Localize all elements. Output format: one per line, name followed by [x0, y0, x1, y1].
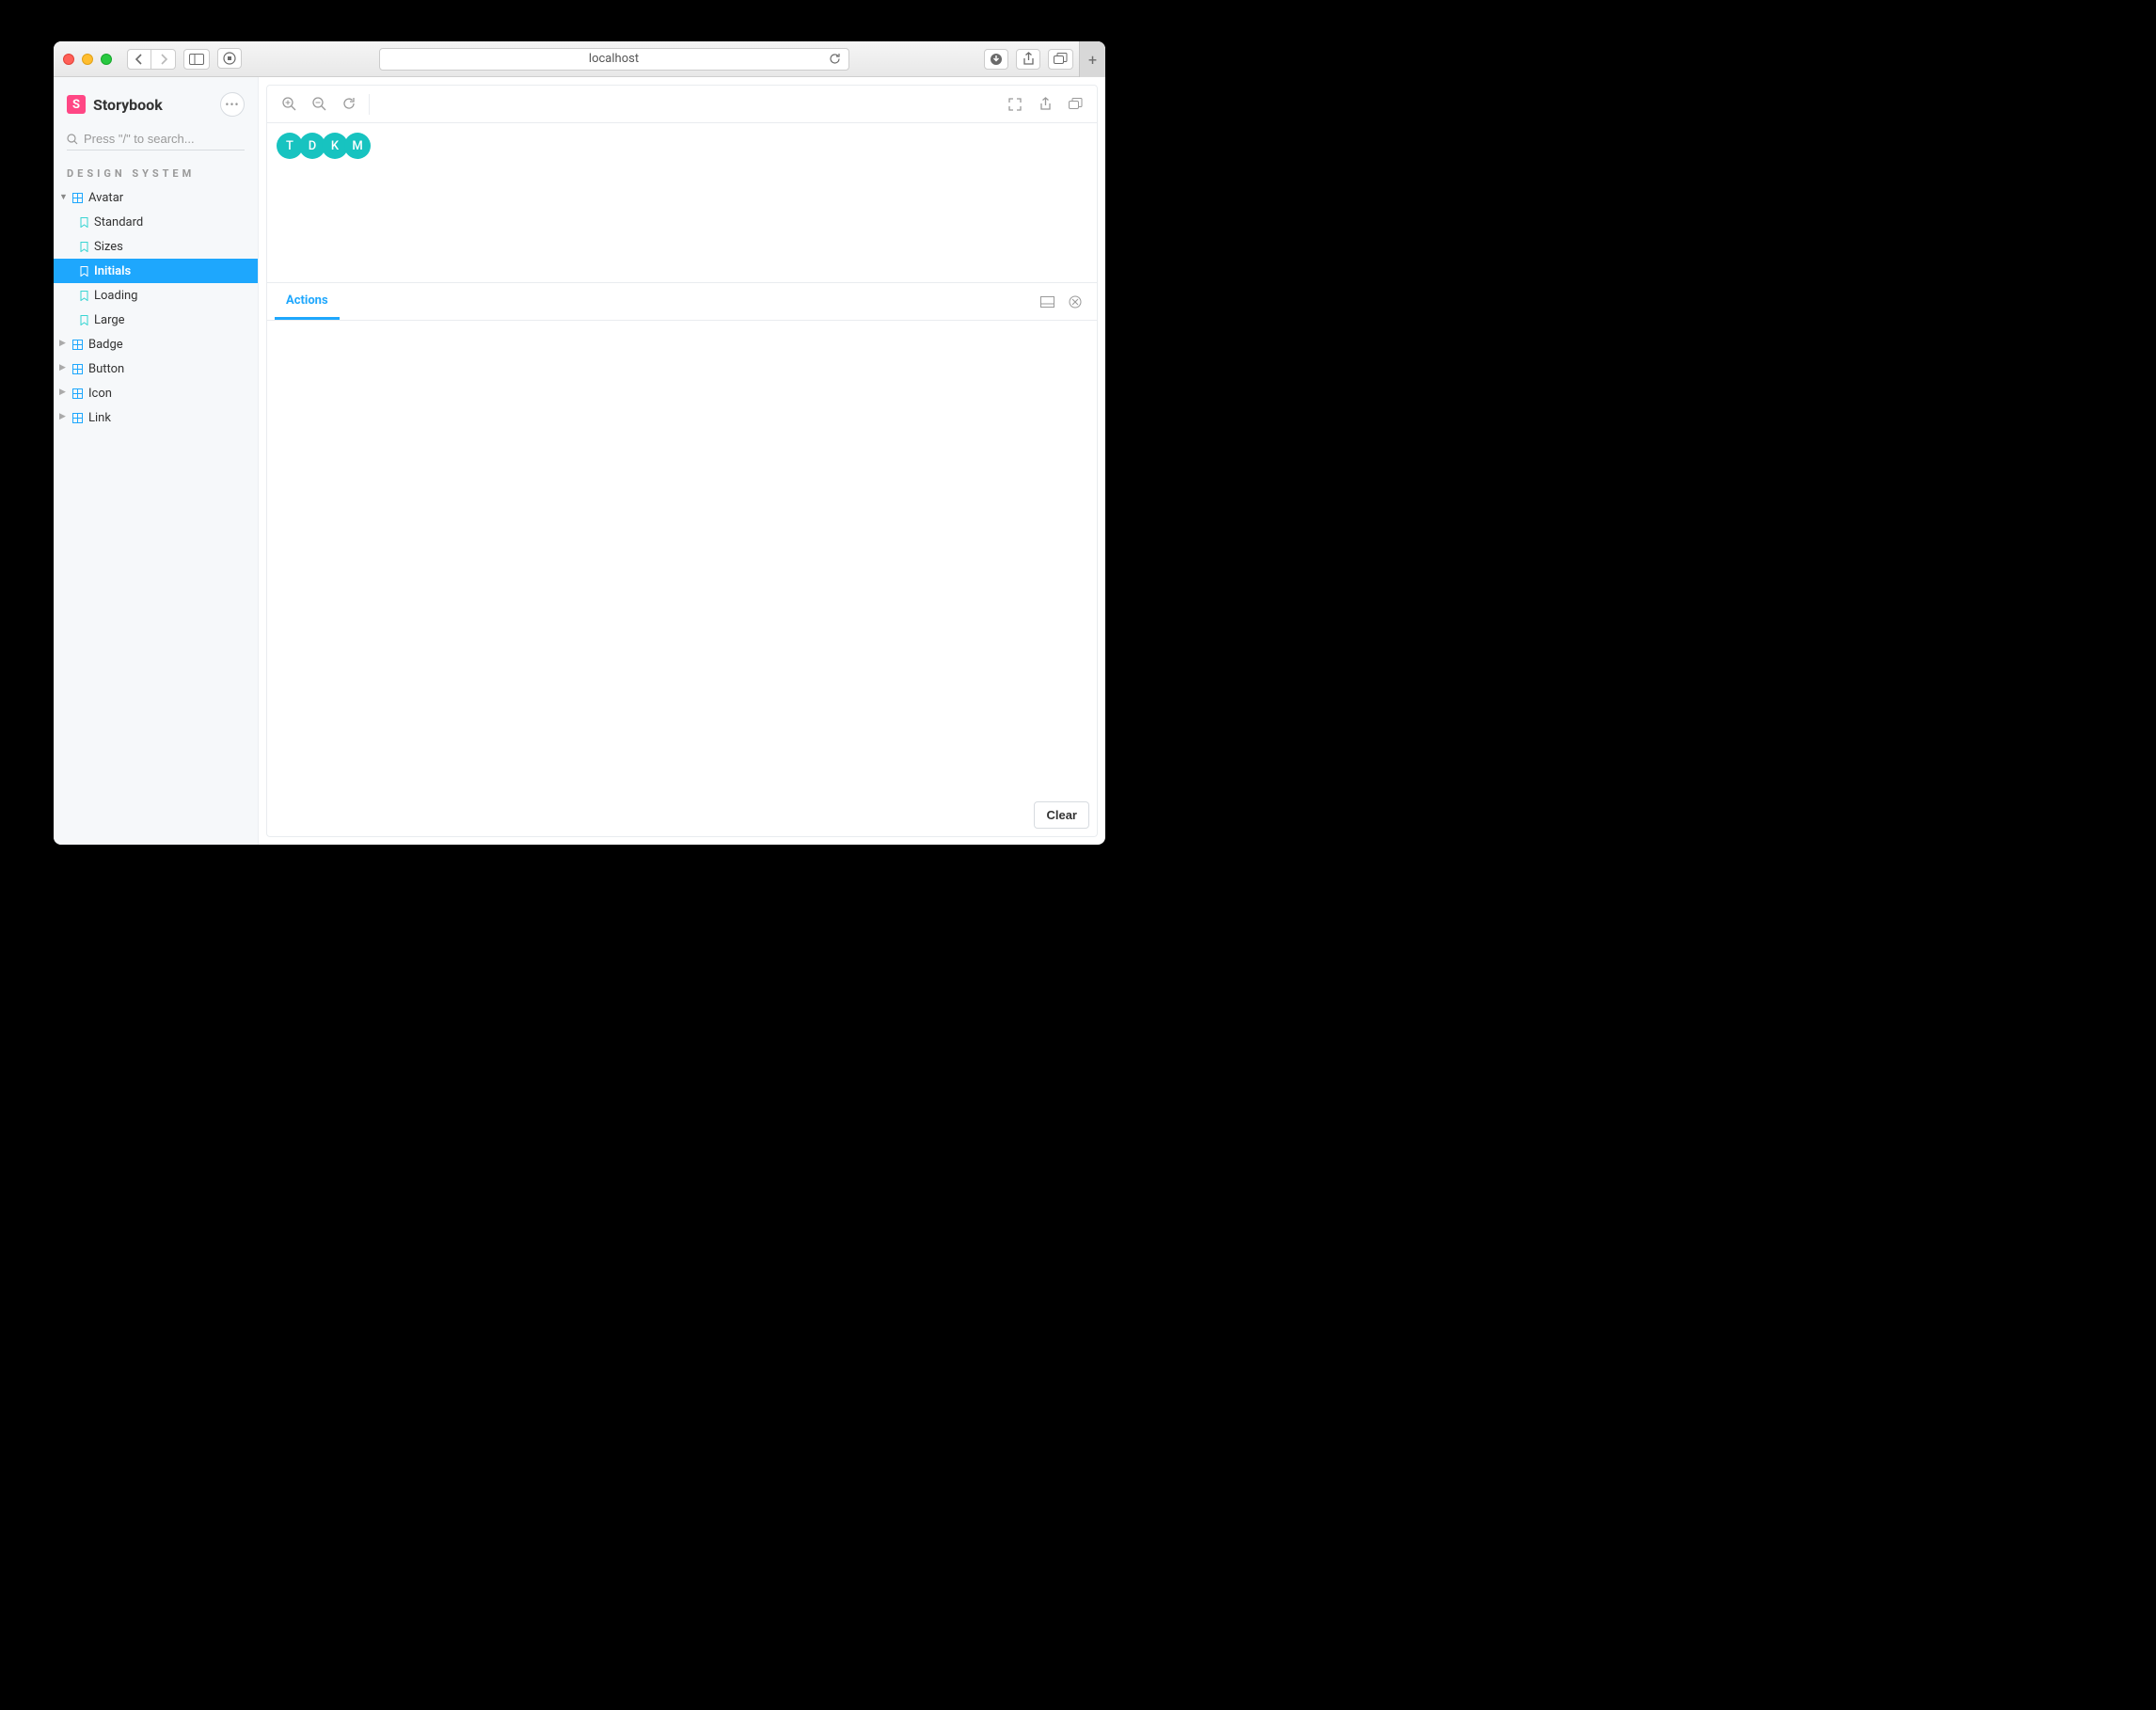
tab-actions[interactable]: Actions	[275, 283, 340, 320]
tree-component-button[interactable]: ▶ Button	[54, 356, 258, 381]
tree-story-initials[interactable]: Initials	[54, 259, 258, 283]
sidebar: S Storybook ••• DESIGN SYSTEM ▼	[54, 77, 259, 845]
hide-addons-button[interactable]	[1061, 288, 1089, 316]
search-input[interactable]	[84, 132, 245, 146]
tree-label: Initials	[94, 264, 252, 278]
back-button[interactable]	[127, 49, 151, 70]
chevron-right-icon: ▶	[59, 412, 67, 421]
tree-label: Sizes	[94, 240, 252, 254]
search-icon	[67, 134, 78, 145]
url-bar[interactable]: localhost	[379, 48, 849, 71]
browser-window: localhost + S Storybook	[54, 41, 1105, 845]
tree-component-avatar[interactable]: ▼ Avatar	[54, 185, 258, 210]
downloads-button[interactable]	[984, 49, 1008, 70]
tree-label: Button	[88, 362, 252, 376]
component-icon	[72, 193, 83, 203]
addons-tabs: Actions	[267, 283, 1097, 321]
url-text: localhost	[589, 52, 639, 66]
tree-story-loading[interactable]: Loading	[54, 283, 258, 308]
tabs-button[interactable]	[1048, 49, 1073, 70]
brand-title: Storybook	[93, 96, 163, 114]
panel-orientation-button[interactable]	[1033, 288, 1061, 316]
tree-label: Large	[94, 313, 252, 327]
tree-label: Link	[88, 411, 252, 425]
new-tab-button[interactable]: +	[1079, 41, 1105, 77]
component-icon	[72, 364, 83, 374]
tree-label: Badge	[88, 338, 252, 352]
search-field[interactable]	[67, 132, 245, 150]
tree-story-large[interactable]: Large	[54, 308, 258, 332]
clear-button[interactable]: Clear	[1034, 801, 1089, 829]
tree-story-sizes[interactable]: Sizes	[54, 234, 258, 259]
sidebar-header: S Storybook •••	[54, 77, 258, 124]
fullscreen-button[interactable]	[1001, 90, 1029, 119]
storybook-app: S Storybook ••• DESIGN SYSTEM ▼	[54, 77, 1105, 845]
component-icon	[72, 388, 83, 399]
chevron-right-icon: ▶	[59, 339, 67, 348]
zoom-out-button[interactable]	[305, 90, 333, 119]
sidebar-menu-button[interactable]: •••	[220, 92, 245, 117]
forward-button[interactable]	[151, 49, 176, 70]
toolbar-separator	[369, 94, 370, 115]
component-icon	[72, 413, 83, 423]
addons-body: Clear	[267, 321, 1097, 836]
bookmark-icon	[80, 242, 88, 252]
tree-component-icon[interactable]: ▶ Icon	[54, 381, 258, 405]
avatar: M	[344, 133, 371, 159]
preview-toolbar	[267, 86, 1097, 123]
bookmark-icon	[80, 266, 88, 277]
bookmark-icon	[80, 291, 88, 301]
component-icon	[72, 340, 83, 350]
explorer-tree: ▼ Avatar Standard Sizes Initials	[54, 185, 258, 430]
tree-story-standard[interactable]: Standard	[54, 210, 258, 234]
main: T D K M Actions	[259, 77, 1105, 845]
chevron-right-icon: ▶	[59, 363, 67, 372]
bookmark-icon	[80, 217, 88, 228]
brand[interactable]: S Storybook	[67, 95, 163, 114]
tree-component-badge[interactable]: ▶ Badge	[54, 332, 258, 356]
preview-panel: T D K M Actions	[266, 85, 1098, 837]
storybook-logo-icon: S	[67, 95, 86, 114]
tree-label: Avatar	[88, 191, 252, 205]
tree-label: Icon	[88, 387, 252, 401]
sidebar-heading: DESIGN SYSTEM	[54, 162, 258, 185]
share-button[interactable]	[1016, 49, 1040, 70]
window-zoom-button[interactable]	[101, 54, 112, 65]
window-close-button[interactable]	[63, 54, 74, 65]
traffic-lights	[63, 54, 112, 65]
bookmark-icon	[80, 315, 88, 325]
chevron-down-icon: ▼	[59, 192, 67, 202]
window-minimize-button[interactable]	[82, 54, 93, 65]
tree-component-link[interactable]: ▶ Link	[54, 405, 258, 430]
sidebar-toggle-button[interactable]	[183, 49, 210, 70]
open-in-new-tab-button[interactable]	[1031, 90, 1059, 119]
preview-canvas: T D K M	[267, 123, 1097, 283]
privacy-report-button[interactable]	[217, 48, 242, 69]
reload-icon[interactable]	[829, 53, 841, 65]
avatar-list: T D K M	[277, 133, 371, 159]
addons-panel: Actions Clear	[267, 283, 1097, 836]
copy-link-button[interactable]	[1061, 90, 1089, 119]
zoom-in-button[interactable]	[275, 90, 303, 119]
tree-label: Loading	[94, 289, 252, 303]
browser-toolbar: localhost +	[54, 41, 1105, 77]
nav-buttons	[127, 49, 176, 70]
tree-label: Standard	[94, 215, 252, 230]
zoom-reset-button[interactable]	[335, 90, 363, 119]
chevron-right-icon: ▶	[59, 388, 67, 397]
